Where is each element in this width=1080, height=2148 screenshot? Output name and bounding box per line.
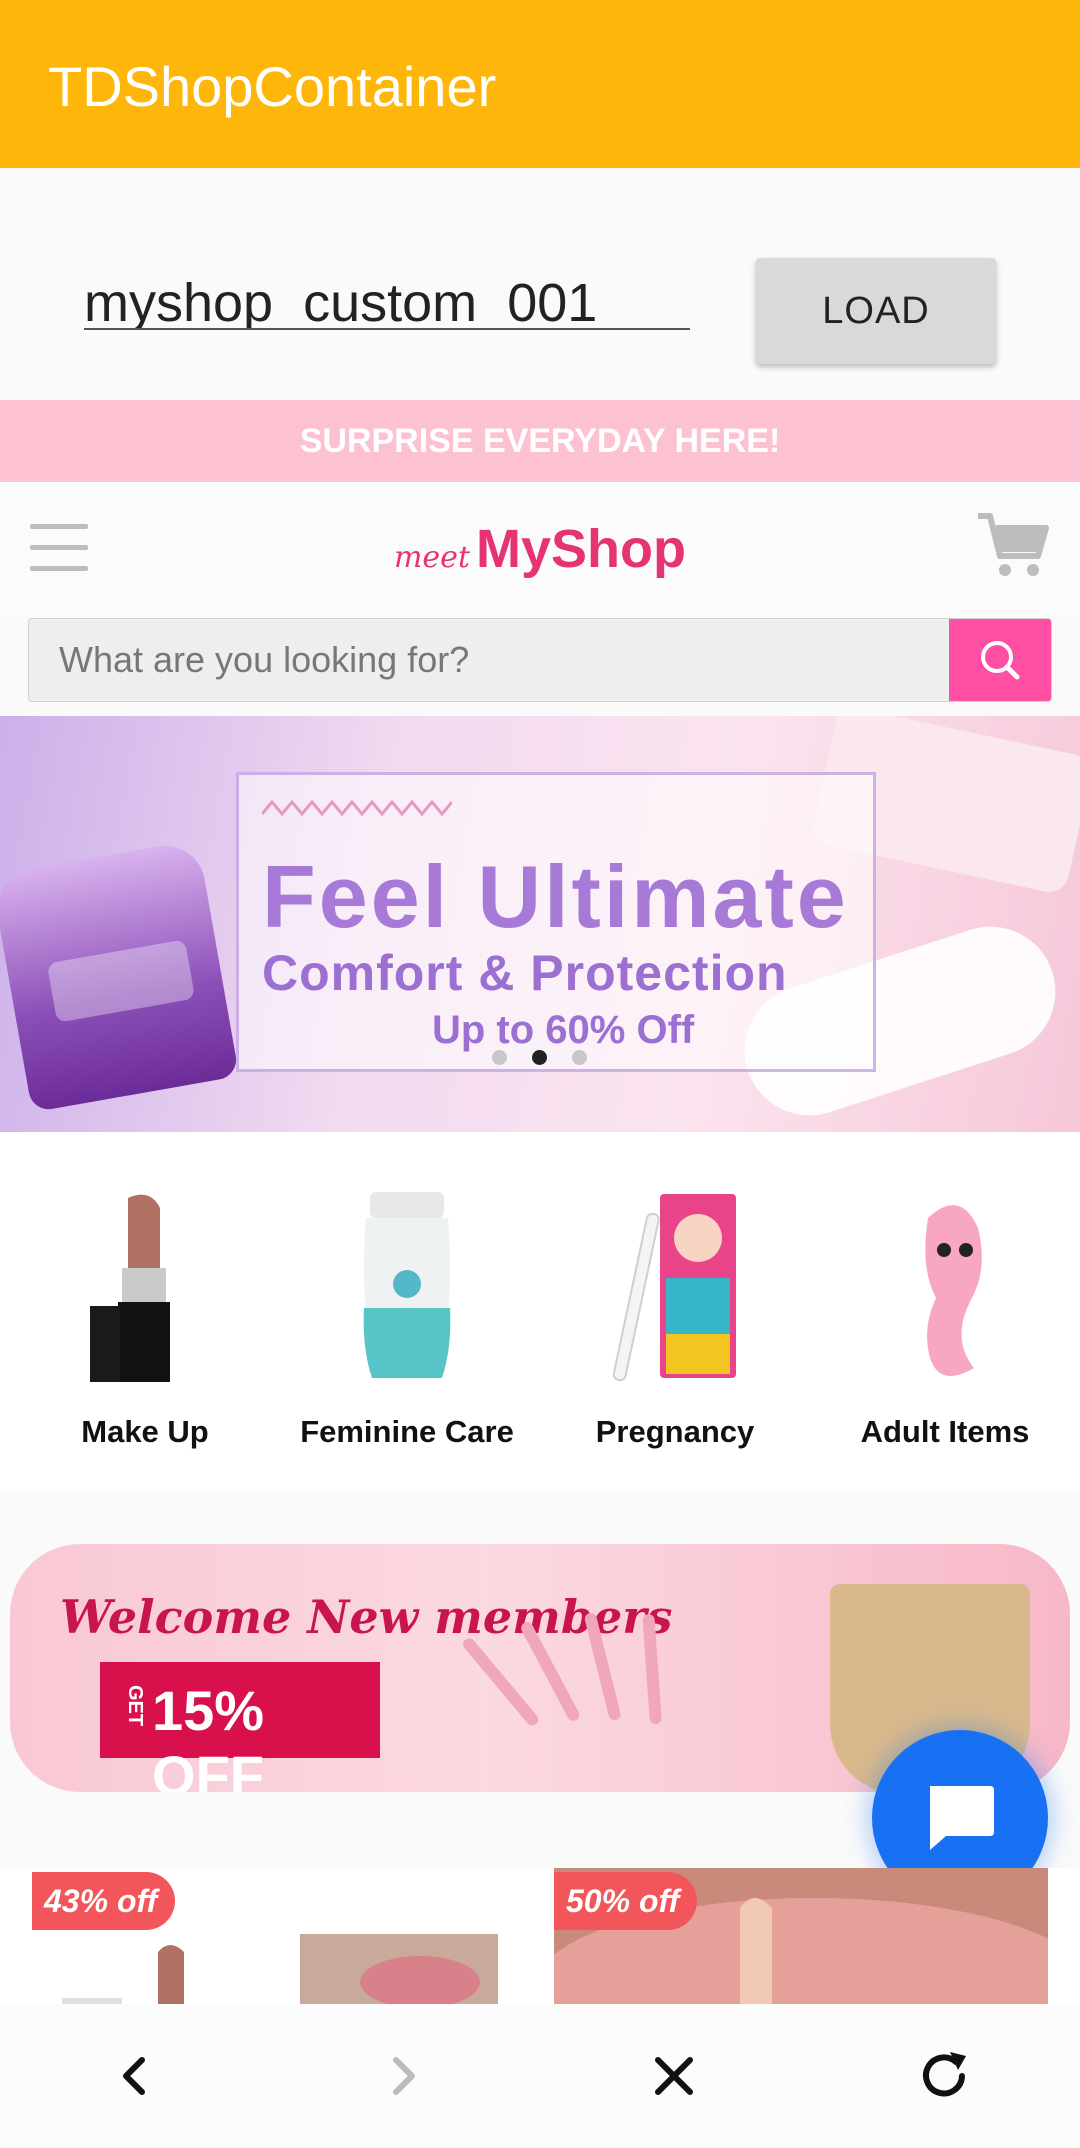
- category-label: Pregnancy: [595, 1414, 755, 1449]
- product-card[interactable]: 50% off: [554, 1868, 1048, 2004]
- reload-icon: [923, 2052, 966, 2097]
- category-adult-items[interactable]: Adult Items: [810, 1132, 1080, 1492]
- close-button[interactable]: [638, 2040, 710, 2112]
- app-bar: TDShopContainer: [0, 0, 1080, 168]
- category-feminine-care[interactable]: Feminine Care: [272, 1132, 542, 1492]
- category-pregnancy[interactable]: Pregnancy: [540, 1132, 810, 1492]
- banner-offer: Up to 60% Off: [432, 1008, 695, 1052]
- wash-bottle-icon: [363, 1192, 451, 1378]
- category-row: Make Up Feminine Care Pregnancy Adult It…: [0, 1132, 1080, 1492]
- product-pack-image: [0, 839, 240, 1113]
- category-make-up[interactable]: Make Up: [10, 1132, 280, 1492]
- discount-badge: 50% off: [554, 1872, 698, 1930]
- search-input[interactable]: [29, 619, 951, 701]
- shop-id-input[interactable]: [84, 278, 690, 330]
- promo-strip: SURPRISE EVERYDAY HERE!: [0, 400, 1080, 482]
- discount-badge: 43% off: [32, 1872, 176, 1930]
- carousel-dot[interactable]: [572, 1050, 587, 1065]
- shop-header: meet MyShop: [0, 482, 1080, 616]
- shop-logo[interactable]: meet MyShop: [0, 518, 1080, 580]
- shop-loader: LOAD: [0, 168, 1080, 400]
- search-bar: [28, 618, 1052, 702]
- logo-prefix: meet: [393, 540, 470, 575]
- forward-arrow-icon: [393, 2057, 415, 2095]
- banner-subheadline: Comfort & Protection: [262, 945, 788, 1001]
- chat-bubble-icon: [930, 1786, 994, 1850]
- back-button[interactable]: [98, 2040, 170, 2112]
- discount-get: GET: [124, 1684, 147, 1727]
- product-card[interactable]: 43% off: [30, 1868, 280, 2004]
- category-label: Make Up: [81, 1414, 209, 1449]
- forward-button[interactable]: [368, 2040, 440, 2112]
- logo-brand: MyShop: [476, 519, 686, 579]
- carousel-indicator[interactable]: [492, 1050, 588, 1066]
- decor-zigzag: [262, 799, 452, 817]
- category-label: Adult Items: [860, 1414, 1030, 1449]
- reload-button[interactable]: [908, 2040, 980, 2112]
- close-icon: [655, 2057, 693, 2095]
- load-button[interactable]: LOAD: [756, 258, 996, 364]
- product-grid: 43% off 50% off: [0, 1868, 1080, 2004]
- app-title: TDShopContainer: [48, 55, 497, 118]
- welcome-title: Welcome New members: [60, 1590, 673, 1644]
- back-arrow-icon: [123, 2057, 145, 2095]
- lipstick-icon: [90, 1194, 170, 1382]
- toy-icon: [925, 1205, 982, 1376]
- discount-tag: GET 15% OFF: [100, 1662, 380, 1792]
- carousel-dot-active[interactable]: [532, 1050, 547, 1065]
- hero-banner[interactable]: Feel Ultimate Comfort & Protection Up to…: [0, 716, 1080, 1132]
- browser-nav-bar: [0, 2004, 1080, 2148]
- banner-headline: Feel Ultimate: [262, 847, 849, 946]
- shopping-cart-icon[interactable]: [974, 506, 1050, 582]
- category-label: Feminine Care: [300, 1414, 514, 1449]
- product-card[interactable]: [300, 1868, 498, 2004]
- discount-value: 15% OFF: [152, 1679, 265, 1792]
- search-icon: [981, 641, 1020, 680]
- makeup-brush-image: [460, 1635, 541, 1728]
- carousel-dot[interactable]: [492, 1050, 507, 1065]
- search-button[interactable]: [949, 619, 1051, 701]
- eye-makeup-image: [300, 1934, 498, 2004]
- pregnancy-test-icon: [612, 1194, 736, 1382]
